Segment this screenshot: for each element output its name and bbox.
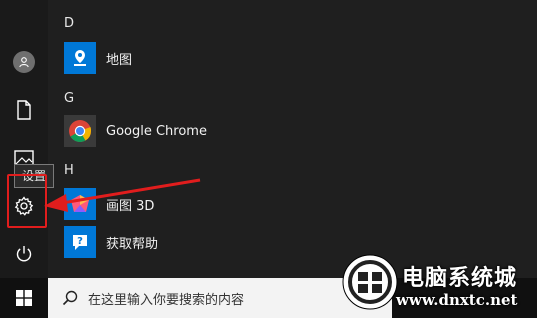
watermark-logo-icon [342,254,398,310]
watermark-title: 电脑系统城 [402,266,518,291]
site-watermark: 电脑系统城 www.dnxtc.net [338,246,537,318]
watermark-url: www.dnxtc.net [396,291,518,309]
